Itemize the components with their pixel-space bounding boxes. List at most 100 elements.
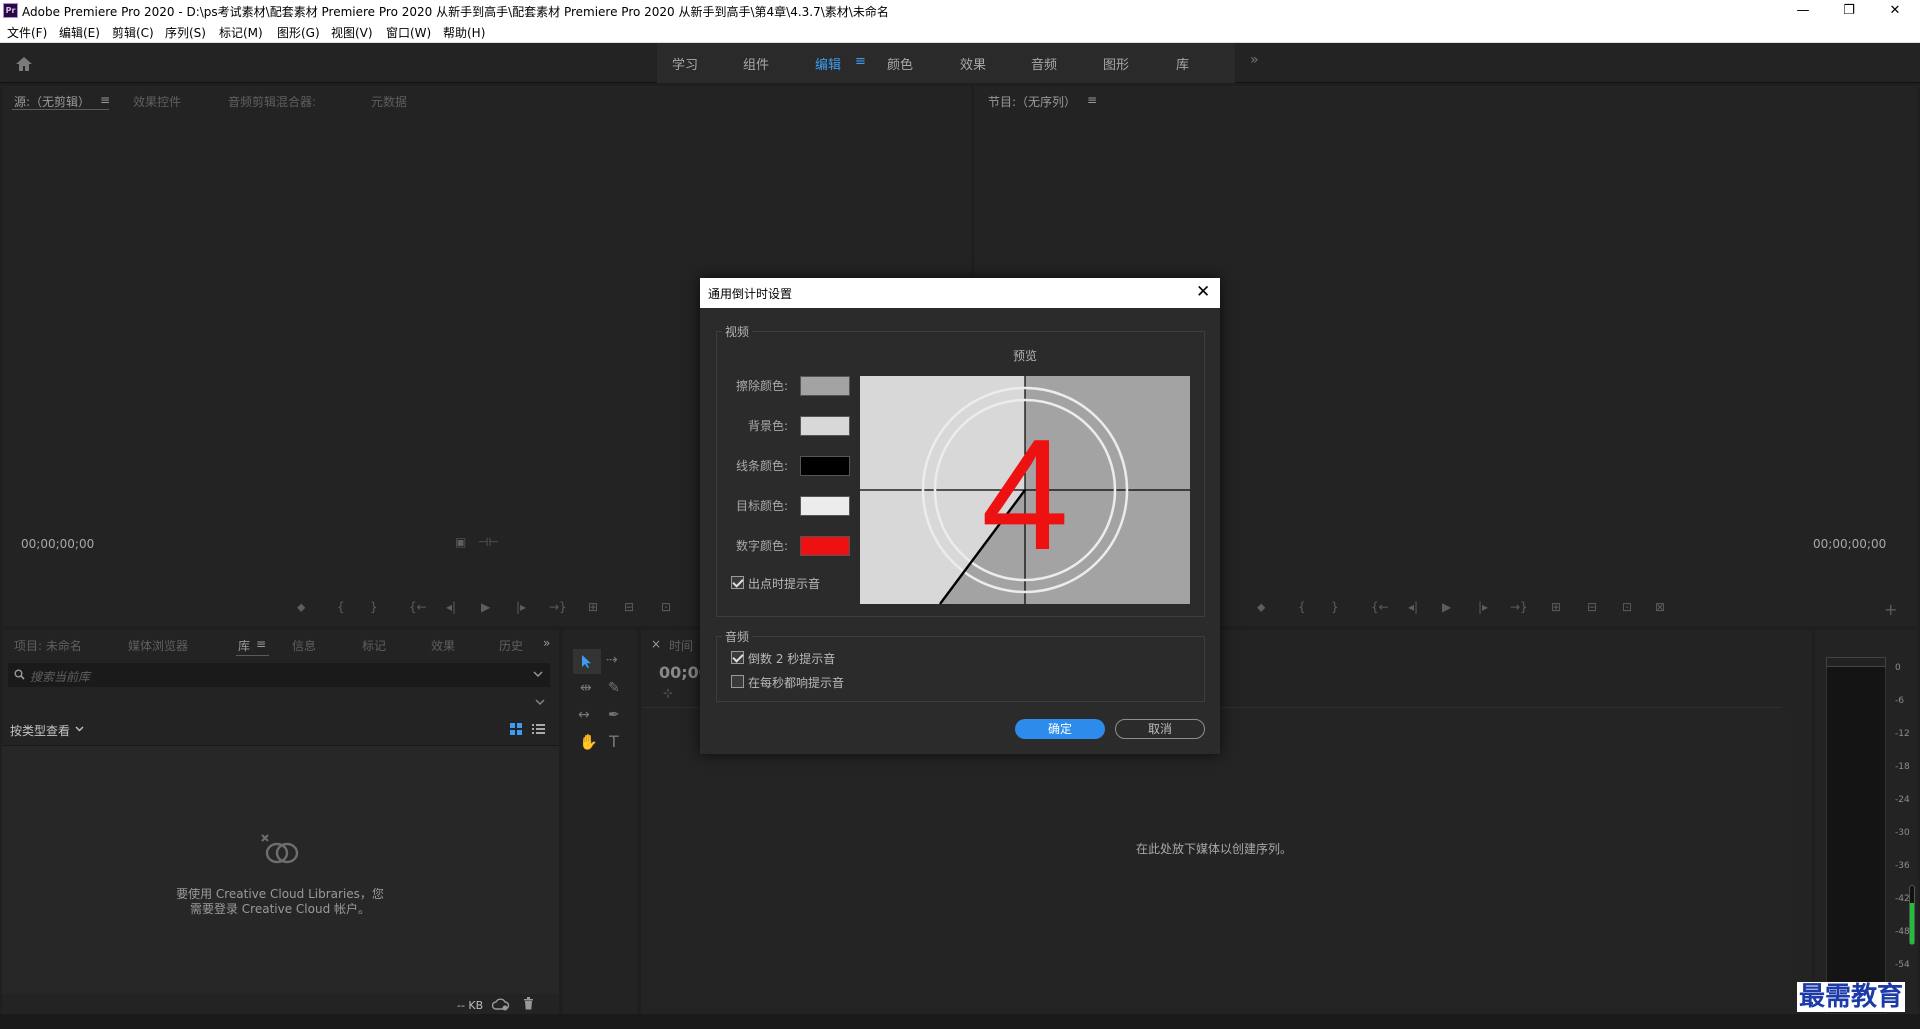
workspace-editing-menu-icon[interactable]: ≡ <box>855 54 866 69</box>
source-go-to-in-icon[interactable]: {← <box>409 600 427 614</box>
numeral-color-swatch[interactable] <box>800 536 850 556</box>
type-tool-icon[interactable]: T <box>609 732 619 751</box>
grid-view-icon[interactable] <box>510 723 522 735</box>
program-button-editor-icon[interactable]: + <box>1884 600 1897 619</box>
program-step-forward-icon[interactable]: |▸ <box>1478 600 1488 614</box>
restore-button[interactable]: ❐ <box>1826 0 1872 23</box>
tab-audio-clip-mixer[interactable]: 音频剪辑混合器: <box>228 93 316 110</box>
source-mark-in-icon[interactable]: { <box>337 600 345 614</box>
wipe-color-swatch[interactable] <box>800 376 850 396</box>
source-step-forward-icon[interactable]: |▸ <box>516 600 526 614</box>
workspace-tab-libraries[interactable]: 库 <box>1176 54 1189 73</box>
tab-metadata[interactable]: 元数据 <box>371 93 407 110</box>
dialog-close-button[interactable]: ✕ <box>1196 282 1210 302</box>
workspace-tab-graphics[interactable]: 图形 <box>1103 54 1129 73</box>
timeline-close-icon[interactable]: × <box>651 637 661 651</box>
source-tab-menu-icon[interactable]: ≡ <box>100 93 110 107</box>
beep-2s-checkbox[interactable] <box>731 651 744 664</box>
menu-edit[interactable]: 编辑(E) <box>59 24 100 41</box>
libraries-tab-menu-icon[interactable]: ≡ <box>256 637 266 651</box>
tab-markers[interactable]: 标记 <box>362 637 386 654</box>
menu-sequence[interactable]: 序列(S) <box>165 24 206 41</box>
menu-view[interactable]: 视图(V) <box>331 24 373 41</box>
menu-graphics[interactable]: 图形(G) <box>277 24 320 41</box>
project-overflow-icon[interactable]: » <box>543 636 550 650</box>
program-play-icon[interactable]: ▶ <box>1442 600 1451 614</box>
program-mark-out-icon[interactable]: } <box>1331 600 1339 614</box>
source-insert-clip-icon[interactable]: ⊞ <box>588 600 598 614</box>
source-play-icon[interactable]: ▶ <box>481 600 490 614</box>
program-go-to-in-icon[interactable]: {← <box>1371 600 1389 614</box>
program-export-frame-icon[interactable]: ⊡ <box>1622 600 1632 614</box>
view-by-type-dropdown[interactable]: 按类型查看 <box>10 722 70 739</box>
source-mark-out-icon[interactable]: } <box>370 600 378 614</box>
tab-effect-controls[interactable]: 效果控件 <box>133 93 181 110</box>
slip-tool-icon[interactable]: ↔ <box>578 707 590 723</box>
target-color-swatch[interactable] <box>800 496 850 516</box>
chevron-down-icon[interactable] <box>535 699 545 706</box>
cue-at-out-checkbox[interactable] <box>731 576 744 589</box>
source-export-frame-icon[interactable]: ⊡ <box>661 600 671 614</box>
source-drop-icon[interactable]: ▣ <box>455 535 466 549</box>
active-tab-underline <box>236 655 269 656</box>
cloud-sync-icon[interactable] <box>492 998 510 1011</box>
program-step-back-icon[interactable]: ◂| <box>1408 600 1418 614</box>
source-go-to-out-icon[interactable]: →} <box>549 600 567 614</box>
program-tab-menu-icon[interactable]: ≡ <box>1087 93 1097 107</box>
chevron-down-icon[interactable] <box>75 726 84 732</box>
tab-info[interactable]: 信息 <box>292 637 316 654</box>
tab-program[interactable]: 节目:（无序列） <box>988 93 1076 110</box>
menu-help[interactable]: 帮助(H) <box>443 24 485 41</box>
program-extract-icon[interactable]: ⊟ <box>1587 600 1597 614</box>
ripple-edit-tool-icon[interactable]: ⇹ <box>580 680 592 696</box>
line-color-swatch[interactable] <box>800 456 850 476</box>
cancel-button[interactable]: 取消 <box>1115 719 1205 739</box>
program-add-marker-icon[interactable]: ⬥ <box>1257 600 1265 615</box>
ok-button[interactable]: 确定 <box>1015 719 1105 739</box>
beep-every-second-checkbox[interactable] <box>731 675 744 688</box>
program-lift-icon[interactable]: ⊞ <box>1551 600 1561 614</box>
tab-source[interactable]: 源:（无剪辑） <box>14 93 90 110</box>
tab-libraries[interactable]: 库 <box>238 637 250 654</box>
program-go-to-out-icon[interactable]: →} <box>1510 600 1528 614</box>
tab-history[interactable]: 历史 <box>499 637 523 654</box>
dialog-title: 通用倒计时设置 <box>708 287 793 301</box>
menu-clip[interactable]: 剪辑(C) <box>112 24 154 41</box>
menu-marker[interactable]: 标记(M) <box>219 24 263 41</box>
source-add-marker-icon[interactable]: ⬥ <box>297 600 305 615</box>
snap-icon[interactable]: ⊹ <box>663 686 673 700</box>
workspace-tab-color[interactable]: 颜色 <box>887 54 913 73</box>
hand-tool-icon[interactable]: ✋ <box>579 733 598 751</box>
program-timecode[interactable]: 00;00;00;00 <box>1813 537 1886 551</box>
tab-media-browser[interactable]: 媒体浏览器 <box>128 637 188 654</box>
list-view-icon[interactable] <box>532 723 545 735</box>
razor-tool-icon[interactable]: ✎ <box>608 680 620 696</box>
source-insert-icon[interactable]: ⊣⊢ <box>478 535 499 549</box>
workspace-overflow-icon[interactable]: » <box>1250 52 1259 68</box>
tab-project[interactable]: 项目: 未命名 <box>14 637 82 654</box>
tab-effects[interactable]: 效果 <box>431 637 455 654</box>
search-icon <box>14 669 25 680</box>
menu-file[interactable]: 文件(F) <box>7 24 47 41</box>
pen-tool-icon[interactable]: ✒ <box>608 707 620 723</box>
workspace-tab-effects[interactable]: 效果 <box>960 54 986 73</box>
chevron-down-icon[interactable] <box>533 671 543 678</box>
close-window-button[interactable]: ✕ <box>1872 0 1918 23</box>
program-comparison-icon[interactable]: ⊠ <box>1655 600 1665 614</box>
background-color-swatch[interactable] <box>800 416 850 436</box>
program-mark-in-icon[interactable]: { <box>1298 600 1306 614</box>
trash-icon[interactable] <box>523 997 534 1010</box>
source-step-back-icon[interactable]: ◂| <box>446 600 456 614</box>
home-icon[interactable] <box>14 55 34 73</box>
minimize-button[interactable]: — <box>1780 0 1826 23</box>
workspace-tab-assembly[interactable]: 组件 <box>743 54 769 73</box>
source-timecode[interactable]: 00;00;00;00 <box>21 537 94 551</box>
source-overwrite-icon[interactable]: ⊟ <box>624 600 634 614</box>
tab-timeline[interactable]: 时间 <box>669 637 693 654</box>
selection-tool-icon[interactable] <box>581 654 593 669</box>
workspace-tab-audio[interactable]: 音频 <box>1031 54 1057 73</box>
workspace-tab-learning[interactable]: 学习 <box>672 54 698 73</box>
track-select-tool-icon[interactable]: ⇢ <box>606 652 618 668</box>
workspace-tab-editing[interactable]: 编辑 <box>815 54 841 73</box>
menu-window[interactable]: 窗口(W) <box>386 24 431 41</box>
